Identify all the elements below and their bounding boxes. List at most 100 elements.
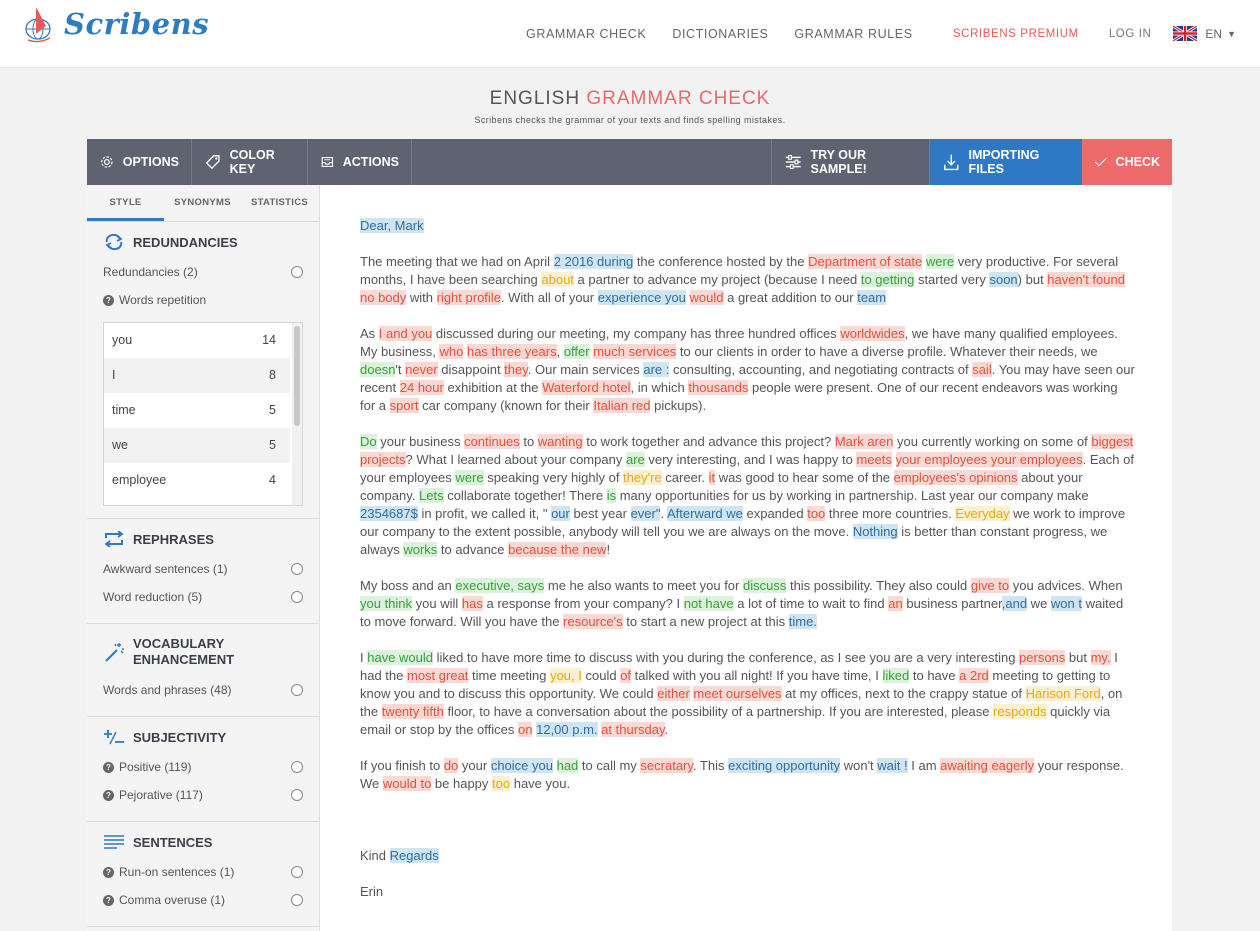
rephrases-heading[interactable]: REPHRASES [103,531,303,547]
highlighted-word[interactable]: time. [788,614,817,629]
highlighted-word[interactable]: offer [563,344,590,359]
highlighted-word[interactable]: a 2rd [959,668,989,683]
highlighted-word[interactable]: experience you [597,290,686,305]
highlighted-word[interactable]: who [439,344,464,359]
tab-synonyms[interactable]: SYNONYMS [164,185,241,221]
highlighted-word[interactable]: employees's opinions [893,470,1018,485]
highlighted-word[interactable]: Afterward we [667,506,743,521]
positive-row[interactable]: ? Positive (119) [103,753,303,781]
question-icon[interactable]: ? [103,866,114,878]
highlighted-word[interactable]: responds [993,704,1047,719]
highlighted-word[interactable]: Mark aren [834,434,894,449]
highlighted-word[interactable]: you think [360,596,413,611]
awkward-sentences-radio[interactable] [291,563,303,575]
highlighted-word[interactable]: I and you [378,326,433,341]
document-text[interactable]: Dear, Mark The meeting that we had on Apr… [360,217,1135,919]
highlighted-word[interactable]: twenty fifth [381,704,444,719]
highlighted-word[interactable]: ever" [630,506,661,521]
run-on-radio[interactable] [291,866,303,878]
highlighted-word[interactable]: thousands [688,380,749,395]
awkward-sentences-row[interactable]: Awkward sentences (1) [103,555,303,583]
nav-grammar-check[interactable]: GRAMMAR CHECK [526,27,646,41]
highlighted-word[interactable]: give to [970,578,1010,593]
highlighted-word[interactable]: continues [464,434,520,449]
highlighted-word[interactable]: is [606,488,617,503]
highlighted-word[interactable]: too [807,506,826,521]
highlighted-word[interactable]: choice you [490,758,553,773]
highlighted-word[interactable]: resource's [563,614,623,629]
highlighted-word[interactable]: Waterford hotel [542,380,631,395]
redundancies-radio[interactable] [291,266,303,278]
pejorative-radio[interactable] [291,789,303,801]
words-phrases-radio[interactable] [291,684,303,696]
highlighted-word[interactable]: of [620,668,632,683]
highlighted-word[interactable]: your employees your employees [895,452,1083,467]
highlighted-word[interactable]: executive, says [455,578,545,593]
highlighted-word[interactable]: Do [360,434,377,449]
tab-style[interactable]: STYLE [87,185,164,221]
scrollbar-thumb[interactable] [294,326,300,426]
comma-overuse-row[interactable]: ? Comma overuse (1) [103,886,303,914]
highlighted-word[interactable]: they [504,362,528,377]
list-item[interactable]: you 14 [104,323,290,358]
redundancies-row[interactable]: Redundancies (2) [103,258,303,286]
highlighted-word[interactable]: because the new [508,542,607,557]
nav-premium[interactable]: SCRIBENS PREMIUM [953,28,1079,40]
highlighted-word[interactable]: would to [382,776,432,791]
try-sample-button[interactable]: TRY OUR SAMPLE! [772,139,930,185]
words-phrases-row[interactable]: Words and phrases (48) [103,676,303,704]
logo[interactable]: Scribens [22,4,209,44]
highlighted-word[interactable]: soon [989,272,1018,287]
highlighted-word[interactable]: Italian red [593,398,651,413]
highlighted-word[interactable]: doesn [360,362,396,377]
highlighted-word[interactable]: about [541,272,574,287]
highlighted-word[interactable]: works [403,542,438,557]
highlighted-word[interactable]: not have [683,596,734,611]
highlighted-word[interactable]: wait ! [877,758,908,773]
highlighted-word[interactable]: our [551,506,570,521]
highlighted-word[interactable]: an [888,596,903,611]
question-icon[interactable]: ? [103,294,114,306]
highlighted-word[interactable]: had [556,758,579,773]
highlighted-word[interactable]: most great [407,668,469,683]
redundancies-heading[interactable]: REDUNDANCIES [103,234,303,250]
question-icon[interactable]: ? [103,894,114,906]
subjectivity-heading[interactable]: SUBJECTIVITY [103,729,303,745]
nav-login[interactable]: LOG IN [1109,28,1152,40]
pejorative-row[interactable]: ? Pejorative (117) [103,781,303,809]
highlighted-word[interactable]: secratary [640,758,693,773]
highlighted-word[interactable]: too [492,776,511,791]
highlighted-word[interactable]: 2 2016 during [553,254,634,269]
highlighted-word[interactable]: 12,00 p.m. [536,722,598,737]
highlighted-word[interactable]: sail [972,362,992,377]
highlighted-word[interactable]: has [461,596,483,611]
highlighted-word[interactable]: team [857,290,887,305]
list-item[interactable]: we 5 [104,428,290,463]
highlighted-word[interactable]: exciting opportunity [728,758,841,773]
highlighted-word[interactable]: 24 hour [399,380,444,395]
highlighted-word[interactable]: discuss [742,578,787,593]
list-item[interactable]: time 5 [104,393,290,428]
highlighted-word[interactable]: to getting [860,272,915,287]
actions-button[interactable]: ACTIONS [308,139,412,185]
highlighted-word[interactable]: wanting [537,434,583,449]
highlighted-word[interactable]: Everyday [955,506,1010,521]
highlighted-word[interactable]: Regards [389,848,439,863]
highlighted-word[interactable]: Nothing [852,524,898,539]
highlighted-word[interactable]: my. [1090,650,1111,665]
highlighted-word[interactable]: are : [643,362,670,377]
vocabulary-heading[interactable]: VOCABULARY ENHANCEMENT [103,636,303,668]
list-item[interactable]: employee 4 [104,463,290,498]
positive-radio[interactable] [291,761,303,773]
list-scrollbar[interactable] [292,323,302,505]
highlighted-word[interactable]: were [455,470,484,485]
list-item[interactable]: I8 [104,358,290,393]
highlighted-word[interactable]: Harison Ford [1025,686,1101,701]
highlighted-word[interactable]: either [657,686,690,701]
highlighted-word[interactable]: do [443,758,459,773]
highlighted-word[interactable]: right profile [436,290,501,305]
highlighted-word[interactable]: meets [856,452,892,467]
highlighted-word[interactable]: never [405,362,438,377]
highlighted-word[interactable]: would [689,290,724,305]
highlighted-word[interactable]: won t [1050,596,1082,611]
